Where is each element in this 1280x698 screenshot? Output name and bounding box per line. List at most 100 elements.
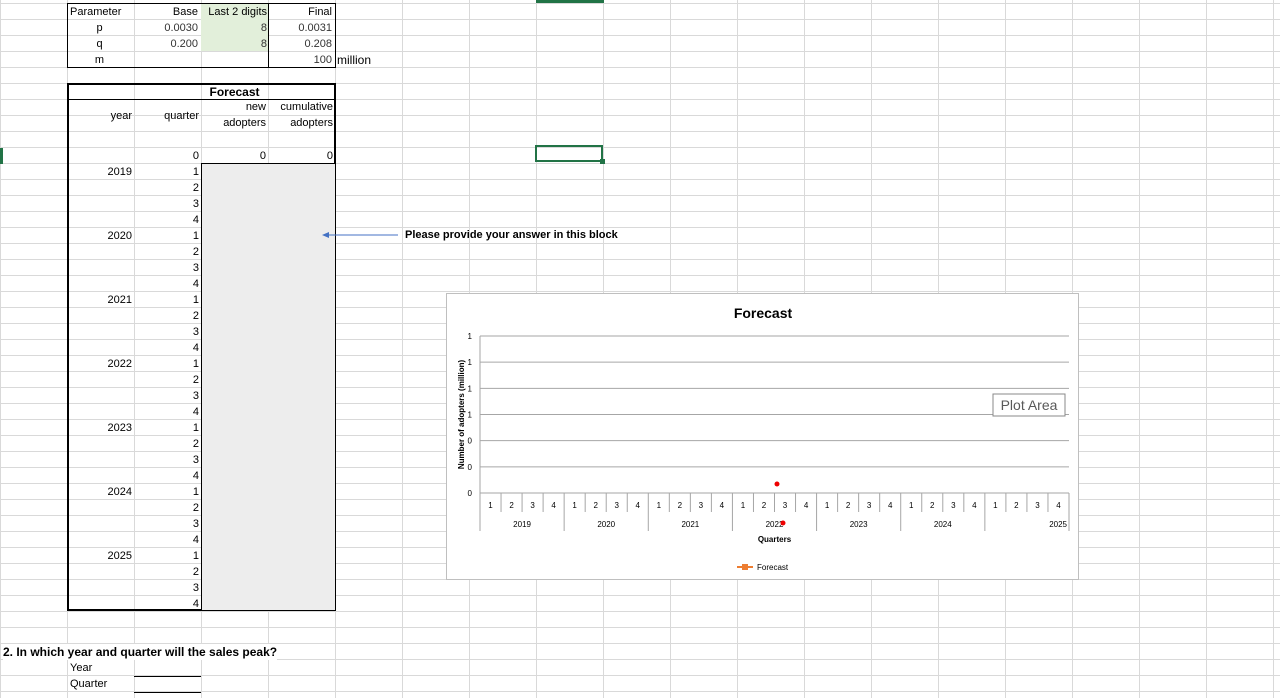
param-cell xyxy=(134,52,198,68)
selection-dot xyxy=(780,520,786,526)
x-tick-quarter: 4 xyxy=(720,501,725,510)
header-parameter: Parameter xyxy=(70,6,122,18)
quarter-cell: 2 xyxy=(192,566,199,578)
answer-note: Please provide your answer in this block xyxy=(405,229,618,241)
svg-text:Plot Area: Plot Area xyxy=(1001,397,1058,413)
quarter-cell: 3 xyxy=(192,582,199,594)
quarter-cell: 4 xyxy=(192,214,199,226)
param-cell: 0.0030 xyxy=(164,22,198,34)
x-tick-year: 2021 xyxy=(681,520,699,529)
column-highlight xyxy=(536,0,604,3)
x-tick-quarter: 1 xyxy=(572,501,577,510)
x-tick-quarter: 2 xyxy=(1014,501,1019,510)
quarter-cell: 1 xyxy=(192,486,199,498)
quarter-cell: 3 xyxy=(192,198,199,210)
param-cell: 0.208 xyxy=(304,38,332,50)
header-final: Final xyxy=(308,6,332,18)
year-answer-cell[interactable] xyxy=(134,676,201,677)
quarter-cell: 2 xyxy=(192,310,199,322)
y-axis-label: Number of adopters (million) xyxy=(457,360,466,470)
y-tick-label: 1 xyxy=(468,411,473,420)
row-highlight xyxy=(0,148,3,164)
quarter-cell: 2 xyxy=(192,502,199,514)
fill-handle[interactable] xyxy=(600,159,605,164)
y-tick-label: 1 xyxy=(468,384,473,393)
unit-label: million xyxy=(337,53,372,67)
year-cell: 2019 xyxy=(107,166,132,178)
header-cum-2: adopters xyxy=(290,117,333,129)
param-cell[interactable]: 8 xyxy=(201,20,267,36)
x-axis-label: Quarters xyxy=(758,535,792,544)
arrow-icon xyxy=(322,232,398,238)
x-tick-quarter: 2 xyxy=(930,501,935,510)
x-tick-quarter: 1 xyxy=(825,501,830,510)
x-tick-quarter: 2 xyxy=(762,501,767,510)
initial-quarter: 0 xyxy=(192,150,199,162)
quarter-label: Quarter xyxy=(70,678,108,690)
selected-cell[interactable] xyxy=(535,145,603,162)
quarter-cell: 3 xyxy=(192,326,199,338)
year-cell: 2023 xyxy=(107,422,132,434)
x-tick-year: 2020 xyxy=(597,520,615,529)
quarter-cell: 1 xyxy=(192,230,199,242)
answer-block[interactable] xyxy=(201,163,335,610)
quarter-cell: 1 xyxy=(192,358,199,370)
x-tick-quarter: 2 xyxy=(509,501,514,510)
quarter-cell: 3 xyxy=(192,390,199,402)
year-cell: 2024 xyxy=(107,486,132,498)
x-tick-quarter: 4 xyxy=(1056,501,1061,510)
y-tick-label: 0 xyxy=(468,463,473,472)
chart-title: Forecast xyxy=(734,305,793,321)
x-tick-quarter: 2 xyxy=(846,501,851,510)
year-cell: 2025 xyxy=(107,550,132,562)
year-cell: 2022 xyxy=(107,358,132,370)
quarter-cell: 4 xyxy=(192,598,199,610)
quarter-cell: 4 xyxy=(192,534,199,546)
x-tick-quarter: 2 xyxy=(593,501,598,510)
x-tick-quarter: 2 xyxy=(678,501,683,510)
initial-cum: 0 xyxy=(326,150,333,162)
quarter-answer-cell[interactable] xyxy=(134,692,201,693)
quarter-cell: 3 xyxy=(192,454,199,466)
quarter-cell: 2 xyxy=(192,246,199,258)
quarter-cell: 2 xyxy=(192,438,199,450)
param-cell: 0.200 xyxy=(170,38,198,50)
header-cum-1: cumulative xyxy=(280,101,333,113)
plot-area-tooltip: Plot Area xyxy=(992,393,1066,417)
param-cell[interactable] xyxy=(201,52,267,68)
header-year: year xyxy=(110,110,132,122)
x-tick-quarter: 4 xyxy=(636,501,641,510)
quarter-cell: 1 xyxy=(192,550,199,562)
param-cell: q xyxy=(96,38,103,50)
quarter-cell: 4 xyxy=(192,470,199,482)
x-tick-quarter: 3 xyxy=(615,501,620,510)
x-tick-quarter: 3 xyxy=(951,501,956,510)
param-cell: 100 xyxy=(313,54,332,66)
quarter-cell: 2 xyxy=(192,374,199,386)
selection-dot xyxy=(774,481,780,487)
x-tick-quarter: 1 xyxy=(741,501,746,510)
x-tick-year: 2024 xyxy=(934,520,952,529)
year-label: Year xyxy=(70,662,93,674)
x-tick-quarter: 1 xyxy=(657,501,662,510)
param-cell[interactable]: 8 xyxy=(201,36,267,52)
y-tick-label: 1 xyxy=(468,332,473,341)
header-new-1: new xyxy=(245,101,266,113)
quarter-cell: 4 xyxy=(192,406,199,418)
header-base: Base xyxy=(172,6,198,18)
chart-svg: Forecast0001111Number of adopters (milli… xyxy=(457,305,1070,572)
forecast-chart[interactable]: Forecast 0 0 0 1 1 1 1 Number of adopters (milli… xyxy=(446,293,1079,580)
quarter-cell: 2 xyxy=(192,182,199,194)
x-tick-year: 2023 xyxy=(850,520,868,529)
quarter-cell: 4 xyxy=(192,278,199,290)
x-tick-year: 2025 xyxy=(1049,520,1067,529)
quarter-cell: 1 xyxy=(192,166,199,178)
param-cell: p xyxy=(96,22,103,34)
x-tick-quarter: 1 xyxy=(909,501,914,510)
quarter-cell: 1 xyxy=(192,294,199,306)
x-tick-quarter: 3 xyxy=(1035,501,1040,510)
legend-label[interactable]: Forecast xyxy=(757,563,789,572)
header-quarter: quarter xyxy=(164,110,199,122)
y-tick-label: 0 xyxy=(468,489,473,498)
x-tick-quarter: 4 xyxy=(972,501,977,510)
